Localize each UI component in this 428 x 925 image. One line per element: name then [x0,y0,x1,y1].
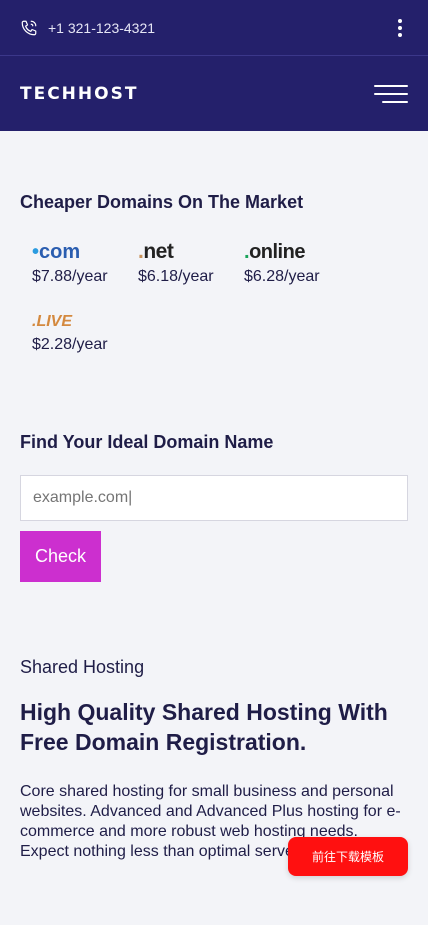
tld-price: $6.28/year [244,268,320,285]
tld-logo-online: . online [244,241,305,263]
tld-logo-live: . LIVE [32,313,73,330]
tld-price: $2.28/year [32,336,108,353]
tld-logo-net: . net [138,240,174,263]
tld-price: $6.18/year [138,268,214,285]
tld-item-online: . online $6.28/year [244,236,350,286]
domain-search-input[interactable] [20,475,408,521]
domains-heading: Cheaper Domains On The Market [20,192,304,212]
phone-number: +1 321-123-4321 [48,19,156,36]
tld-item-com: • com $7.88/year [32,236,138,286]
tld-list: • com $7.88/year . net $6.18/year . online … [20,236,408,354]
phone-link[interactable]: +1 321-123-4321 [20,19,155,37]
site-logo[interactable]: TECHHOST [20,84,138,104]
check-button[interactable]: Check [20,531,101,582]
tld-item-live: . LIVE $2.28/year [32,304,138,354]
domain-search-heading: Find Your Ideal Domain Name [20,432,274,452]
tld-price: $7.88/year [32,268,108,285]
domains-section: Cheaper Domains On The Market • com $7.88… [0,192,428,862]
hosting-heading: High Quality Shared Hosting With Free Do… [20,699,388,755]
hamburger-menu-icon[interactable] [374,81,408,107]
tld-logo-com: • com [32,241,81,263]
hosting-eyebrow: Shared Hosting [20,657,145,677]
phone-icon [21,20,37,35]
kebab-menu-icon[interactable] [390,13,410,43]
download-template-button[interactable]: 前往下载模板 [288,837,408,876]
main-navbar: TECHHOST [0,56,428,131]
tld-item-net: . net $6.18/year [138,236,244,286]
top-bar: +1 321-123-4321 [0,0,428,56]
